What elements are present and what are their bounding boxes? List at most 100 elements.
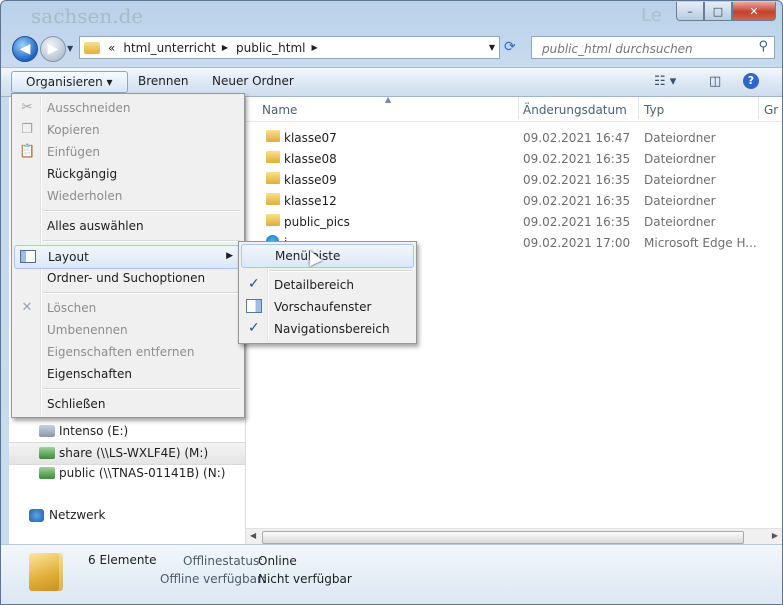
file-date: 09.02.2021 17:00 xyxy=(523,236,631,250)
column-divider[interactable] xyxy=(518,97,519,119)
background-ghost-text: sachsen.de xyxy=(31,4,144,28)
menu-item-undo[interactable]: Rückgängig xyxy=(14,163,242,185)
menu-item-delete[interactable]: ✕ Löschen xyxy=(14,297,242,319)
folder-icon xyxy=(266,151,280,163)
file-type: Dateiordner xyxy=(644,194,716,208)
column-size[interactable]: Gr xyxy=(764,103,778,117)
column-type[interactable]: Typ xyxy=(644,103,664,117)
refresh-icon[interactable]: ⟳ xyxy=(504,39,516,55)
arrow-left-icon: ◀ xyxy=(19,41,31,57)
file-date: 09.02.2021 16:35 xyxy=(523,194,631,208)
breadcrumb-overflow[interactable]: « xyxy=(108,41,115,55)
background-ghost-text-2: Le xyxy=(641,5,662,26)
menu-item-label: Wiederholen xyxy=(47,189,123,203)
title-bar[interactable]: sachsen.de Le – □ ✕ xyxy=(1,1,782,31)
recent-pages-dropdown[interactable]: ▼ xyxy=(67,44,73,53)
nav-item-label: share (\\LS-WXLF4E) (M:) xyxy=(59,446,209,460)
preview-pane-icon[interactable]: ◫ xyxy=(709,74,721,89)
folder-icon xyxy=(266,214,280,226)
menu-item-close[interactable]: Schließen xyxy=(14,393,242,415)
search-input[interactable] xyxy=(540,39,754,58)
file-row[interactable]: klasse07 09.02.2021 16:47 Dateiordner xyxy=(246,127,782,148)
address-bar[interactable]: « html_unterricht ▶ public_html ▶ ▼ xyxy=(79,36,500,59)
search-icon[interactable]: ⚲ xyxy=(758,39,768,54)
details-pane: 6 Elemente Offlinestatus: Online Offline… xyxy=(1,544,782,604)
folder-icon xyxy=(84,41,100,54)
file-row[interactable]: public_pics 09.02.2021 16:35 Dateiordner xyxy=(246,211,782,232)
menu-item-copy[interactable]: ❐ Kopieren xyxy=(14,119,242,141)
submenu-item-preview-pane[interactable]: Vorschaufenster xyxy=(241,296,414,318)
menu-item-label: Ordner- und Suchoptionen xyxy=(47,271,206,285)
menu-item-label: Vorschaufenster xyxy=(274,300,372,314)
minimize-button[interactable]: – xyxy=(676,2,704,21)
menu-item-label: Layout xyxy=(48,250,89,264)
network-icon xyxy=(29,509,44,522)
file-date: 09.02.2021 16:47 xyxy=(523,131,631,145)
column-date[interactable]: Änderungsdatum xyxy=(523,103,627,117)
menu-item-properties[interactable]: Eigenschaften xyxy=(14,363,242,385)
submenu-item-navigation-pane[interactable]: ✓ Navigationsbereich xyxy=(241,318,414,340)
horizontal-scrollbar[interactable]: ◀ ▶ xyxy=(246,528,782,545)
nav-item-drive-n[interactable]: public (\\TNAS-01141B) (N:) xyxy=(9,463,245,484)
file-type: Microsoft Edge H... xyxy=(644,236,757,250)
view-options-icon[interactable]: ☷ ▾ xyxy=(654,74,676,89)
delete-icon: ✕ xyxy=(21,300,33,315)
menu-separator xyxy=(43,292,240,293)
column-divider[interactable] xyxy=(758,97,759,119)
file-row[interactable]: klasse12 09.02.2021 16:35 Dateiordner xyxy=(246,190,782,211)
menu-item-paste[interactable]: 📋 Einfügen xyxy=(14,141,242,163)
nav-item-network[interactable]: Netzwerk xyxy=(9,505,245,526)
offline-status-value: Online xyxy=(258,554,297,568)
submenu-item-details-pane[interactable]: ✓ Detailbereich xyxy=(241,274,414,296)
usb-drive-icon xyxy=(39,425,55,437)
menu-item-select-all[interactable]: Alles auswählen xyxy=(14,215,242,237)
help-icon[interactable]: ? xyxy=(743,73,759,89)
copy-icon: ❐ xyxy=(21,122,33,137)
nav-item-drive-m[interactable]: share (\\LS-WXLF4E) (M:) xyxy=(9,442,245,465)
nav-item-drive-e[interactable]: Intenso (E:) xyxy=(9,421,245,442)
scroll-right-icon[interactable]: ▶ xyxy=(772,531,778,540)
column-divider[interactable] xyxy=(638,97,639,119)
cut-icon: ✂ xyxy=(21,100,33,115)
column-name[interactable]: Name xyxy=(262,103,297,117)
file-row[interactable]: klasse08 09.02.2021 16:35 Dateiordner xyxy=(246,148,782,169)
search-box[interactable]: ⚲ xyxy=(531,36,775,59)
file-name: klasse08 xyxy=(284,152,337,166)
menu-item-rename[interactable]: Umbenennen xyxy=(14,319,242,341)
menu-item-layout[interactable]: Layout ▶ xyxy=(14,245,242,269)
preview-pane-icon xyxy=(246,299,262,313)
menu-item-label: Detailbereich xyxy=(274,278,354,292)
menu-item-cut[interactable]: ✂ Ausschneiden xyxy=(14,97,242,119)
menu-item-label: Eigenschaften entfernen xyxy=(47,345,195,359)
menu-item-redo[interactable]: Wiederholen xyxy=(14,185,242,207)
layout-submenu: Menüleiste ✓ Detailbereich Vorschaufenst… xyxy=(238,241,417,344)
scroll-left-icon[interactable]: ◀ xyxy=(250,531,256,540)
submenu-item-menu-bar[interactable]: Menüleiste xyxy=(241,244,414,268)
new-folder-button[interactable]: Neuer Ordner xyxy=(212,74,294,88)
menu-item-folder-options[interactable]: Ordner- und Suchoptionen xyxy=(14,267,242,289)
menu-item-remove-properties[interactable]: Eigenschaften entfernen xyxy=(14,341,242,363)
folder-icon xyxy=(266,193,280,205)
scrollbar-thumb[interactable] xyxy=(262,531,744,544)
burn-button[interactable]: Brennen xyxy=(138,74,188,88)
close-button[interactable]: ✕ xyxy=(732,2,776,21)
network-drive-icon xyxy=(39,467,55,479)
forward-button[interactable]: ▶ xyxy=(40,36,66,62)
item-count: 6 Elemente xyxy=(88,553,157,567)
breadcrumb-public-html[interactable]: public_html xyxy=(236,41,305,55)
column-headers: ▲ Name Änderungsdatum Typ Gr xyxy=(246,95,782,122)
organize-button[interactable]: Organisieren ▾ xyxy=(11,71,128,93)
menu-separator xyxy=(43,240,240,241)
breadcrumb-separator-icon[interactable]: ▶ xyxy=(311,43,317,52)
organize-menu: ✂ Ausschneiden ❐ Kopieren 📋 Einfügen Rüc… xyxy=(11,93,245,418)
checkmark-icon: ✓ xyxy=(248,320,260,336)
breadcrumb-html-unterricht[interactable]: html_unterricht xyxy=(123,41,216,55)
maximize-button[interactable]: □ xyxy=(704,2,732,21)
file-name: klasse09 xyxy=(284,173,337,187)
breadcrumb-separator-icon[interactable]: ▶ xyxy=(222,43,228,52)
back-button[interactable]: ◀ xyxy=(12,36,38,62)
menu-separator xyxy=(43,388,240,389)
folder-icon xyxy=(266,130,280,142)
address-dropdown-icon[interactable]: ▼ xyxy=(489,43,495,52)
file-row[interactable]: klasse09 09.02.2021 16:35 Dateiordner xyxy=(246,169,782,190)
